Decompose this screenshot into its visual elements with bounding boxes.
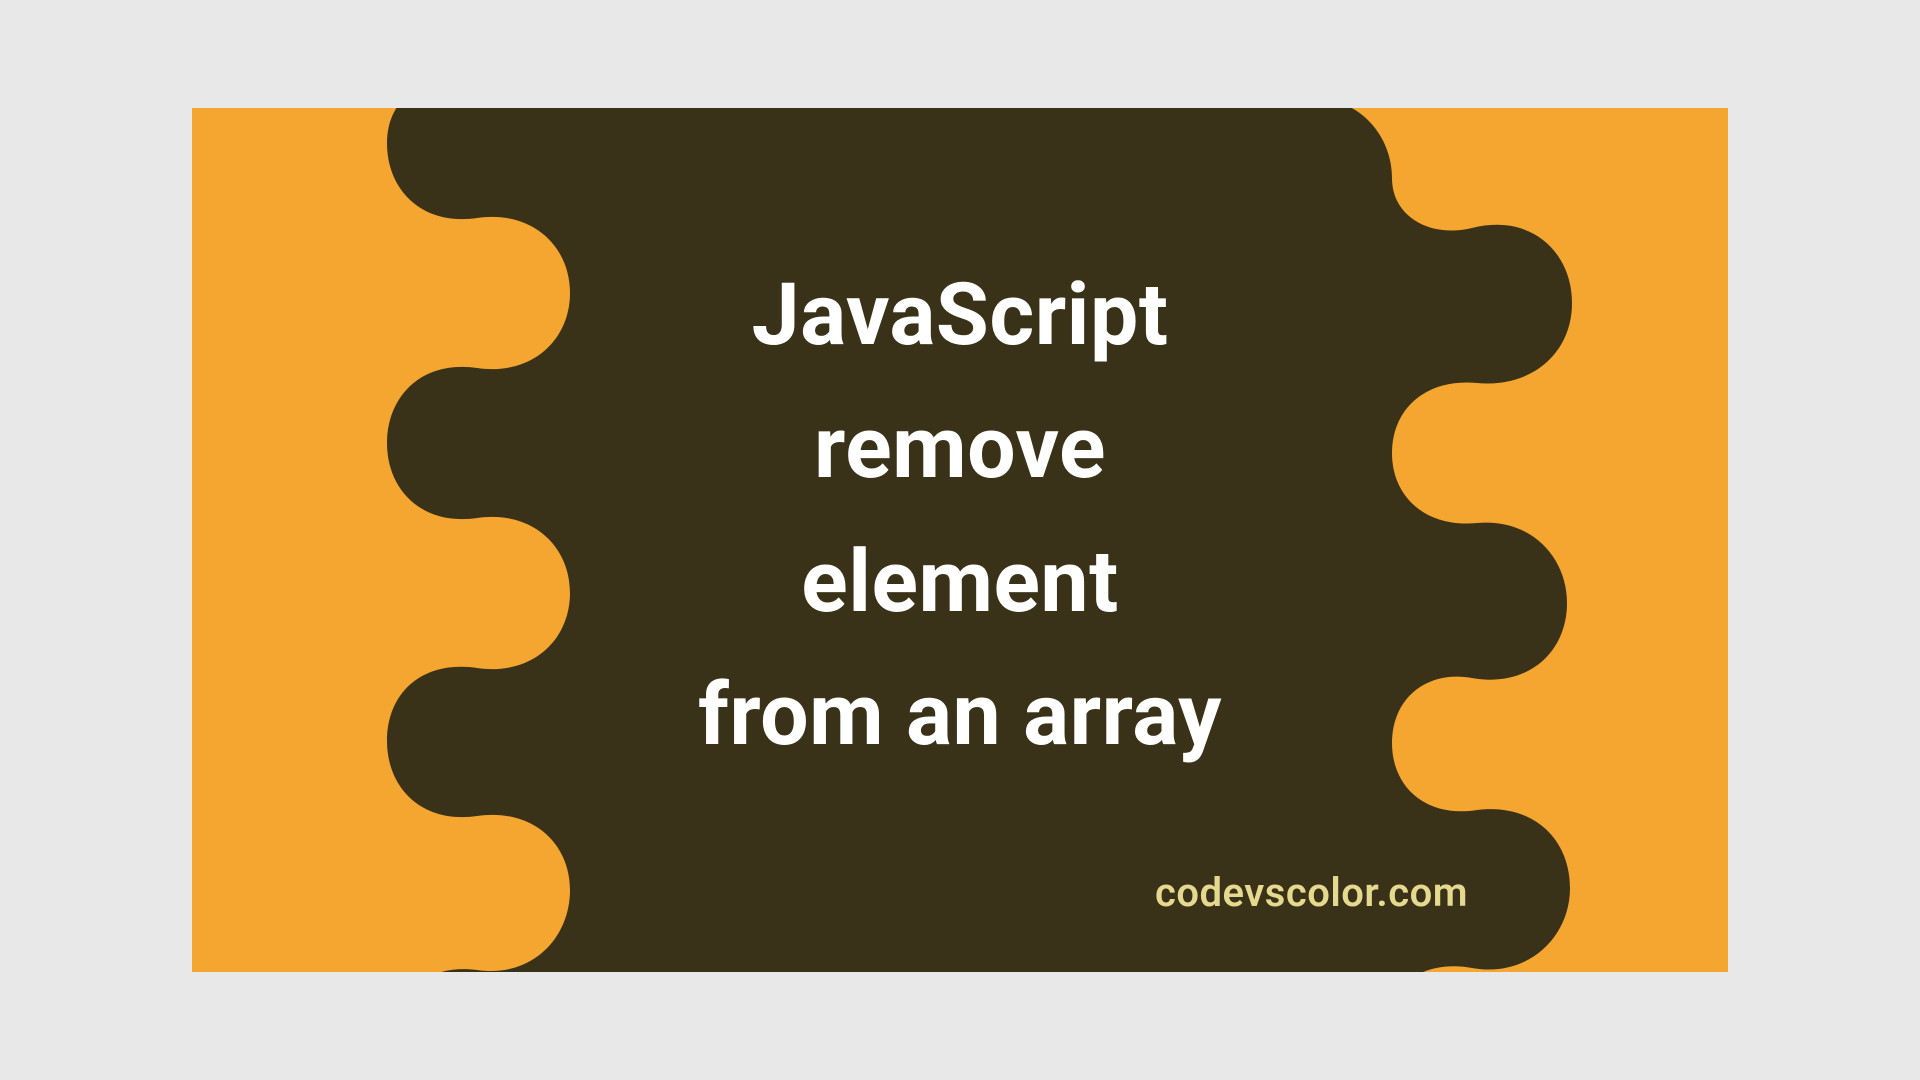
headline-line-4: from an array	[192, 648, 1728, 781]
headline-line-3: element	[192, 515, 1728, 648]
stage: JavaScript remove element from an array …	[0, 0, 1920, 1080]
headline-line-1: JavaScript	[192, 248, 1728, 381]
headline-line-2: remove	[192, 381, 1728, 514]
banner-card: JavaScript remove element from an array …	[192, 108, 1728, 972]
headline: JavaScript remove element from an array	[192, 248, 1728, 781]
watermark-text: codevscolor.com	[1155, 869, 1468, 916]
